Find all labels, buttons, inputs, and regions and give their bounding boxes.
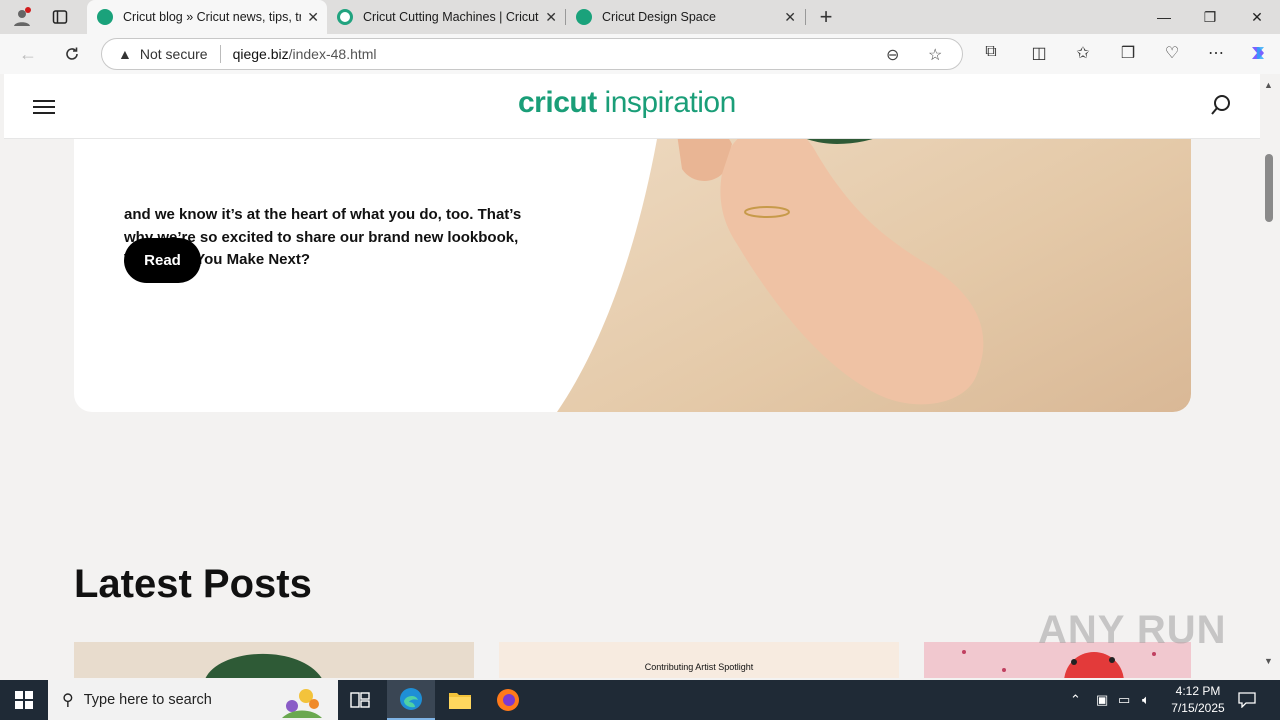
start-button[interactable] [0,680,48,720]
search-icon[interactable] [1210,94,1232,116]
cricut-favicon-icon [337,9,353,25]
windows-logo-icon [15,691,33,709]
close-tab-icon[interactable]: ✕ [545,9,557,26]
tab-strip: Cricut blog » Cricut news, tips, tric ✕ … [0,0,1280,34]
tab-actions-icon[interactable] [48,5,72,29]
post-card-label: Contributing Artist Spotlight [644,662,754,672]
favorites-icon[interactable]: ✩ [1072,43,1094,63]
url-domain: qiege.biz [232,46,289,62]
show-hidden-icons[interactable]: ⌃ [1070,680,1081,720]
new-tab-icon[interactable]: + [814,4,838,29]
web-page: and we know it’s at the heart of what yo… [4,74,1260,678]
address-toolbar: ← ▲ Not secure qiege.biz/index-48.html ⊖… [0,34,1280,74]
tab-divider [805,9,806,25]
menu-icon[interactable] [33,100,55,118]
omnibox-divider [219,45,221,63]
tab-design-space[interactable]: Cricut Design Space ✕ [566,0,804,34]
warning-icon[interactable]: ▲ [118,46,132,62]
post-thumbnail [205,653,322,678]
extensions-icon[interactable]: ⧉ [980,43,1002,61]
latest-posts-heading: Latest Posts [74,562,312,606]
copilot-icon[interactable] [1247,43,1269,68]
tab-cricut-blog[interactable]: Cricut blog » Cricut news, tips, tric ✕ [87,0,327,34]
edge-taskbar-icon[interactable] [387,680,435,720]
tab-title: Cricut Cutting Machines | Cricut S [363,10,539,24]
reading-mode-icon[interactable]: ⊖ [886,45,899,65]
file-explorer-icon[interactable] [436,680,484,720]
tab-title: Cricut blog » Cricut news, tips, tric [123,10,301,24]
back-icon[interactable]: ← [16,42,40,66]
tab-cricut-machines[interactable]: Cricut Cutting Machines | Cricut S ✕ [327,0,565,34]
security-label[interactable]: Not secure [140,46,208,62]
cricut-favicon-icon [576,9,592,25]
search-placeholder: Type here to search [83,692,212,708]
logo-bold-text: cricut [518,86,597,119]
minimize-icon[interactable]: — [1141,0,1187,34]
close-tab-icon[interactable]: ✕ [307,9,319,26]
page-scrollbar[interactable]: ▲ ▼ [1260,74,1280,678]
network-icon[interactable]: ▭ [1118,680,1130,720]
cricut-inspiration-logo[interactable]: cricut inspiration [518,86,736,120]
profile-icon[interactable] [10,5,34,29]
url-path: /index-48.html [288,46,377,62]
split-screen-icon[interactable]: ◫ [1028,43,1050,63]
task-view-icon[interactable] [336,680,384,720]
url-text[interactable]: qiege.biz/index-48.html [233,46,377,62]
post-card[interactable] [74,642,474,678]
tab-title: Cricut Design Space [602,10,716,24]
close-tab-icon[interactable]: ✕ [784,9,796,26]
browser-essentials-icon[interactable]: ♡ [1161,43,1183,63]
scroll-down-icon[interactable]: ▼ [1264,656,1273,666]
scroll-up-icon[interactable]: ▲ [1264,80,1273,90]
clock-date: 7/15/2025 [1171,701,1225,715]
taskbar-search-box[interactable]: ⚲ Type here to search [48,680,338,720]
collections-icon[interactable]: ❒ [1117,43,1139,63]
address-bar[interactable]: ▲ Not secure qiege.biz/index-48.html ⊖ ☆ [101,38,963,70]
system-clock[interactable]: 4:12 PM 7/15/2025 [1168,683,1228,717]
clock-time: 4:12 PM [1175,684,1221,698]
logo-light-text: inspiration [604,86,737,119]
read-button[interactable]: Read [124,238,201,283]
search-highlight-flowers-icon [282,689,322,718]
search-icon: ⚲ [62,692,74,709]
windows-taskbar: ⚲ Type here to search ⌃ ▣ ▭ 🔈︎ 4:12 PM 7… [0,680,1280,720]
more-menu-icon[interactable]: ⋯ [1205,43,1227,63]
scrollbar-thumb[interactable] [1265,154,1273,222]
close-window-icon[interactable]: ✕ [1234,0,1280,34]
anyrun-watermark: ANY RUN [1038,608,1227,652]
refresh-icon[interactable] [60,42,84,66]
favorite-star-icon[interactable]: ☆ [928,45,942,65]
volume-icon[interactable]: 🔈︎ [1142,680,1150,720]
firefox-icon[interactable] [484,680,532,720]
site-header: cricut inspiration [4,74,1260,139]
post-card[interactable]: Contributing Artist Spotlight [499,642,899,678]
notifications-icon[interactable] [1238,680,1256,720]
restore-icon[interactable]: ❐ [1187,0,1233,34]
device-icon[interactable]: ▣ [1096,680,1108,720]
cricut-favicon-icon [97,9,113,25]
